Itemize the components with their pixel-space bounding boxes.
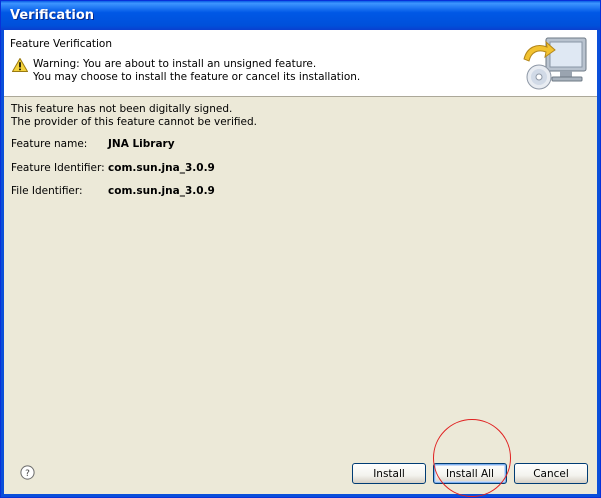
window-frame-bottom	[1, 494, 600, 497]
header-title: Feature Verification	[10, 38, 113, 50]
install-button[interactable]: Install	[352, 463, 426, 484]
window-frame-left	[1, 30, 4, 496]
annotation-circle	[433, 419, 511, 497]
feature-identifier-value: com.sun.jna_3.0.9	[108, 162, 215, 174]
feature-name-label: Feature name:	[11, 138, 88, 150]
dialog-header: Feature Verification Warning: You are ab…	[4, 30, 597, 97]
file-identifier-label: File Identifier:	[11, 185, 83, 197]
warning-line-1: Warning: You are about to install an uns…	[33, 58, 317, 70]
unsigned-message-line-2: The provider of this feature cannot be v…	[11, 116, 257, 128]
unsigned-message-line-1: This feature has not been digitally sign…	[11, 103, 233, 115]
help-icon[interactable]: ?	[20, 465, 35, 480]
install-computer-icon	[523, 37, 587, 90]
feature-identifier-label: Feature Identifier:	[11, 162, 105, 174]
install-all-button[interactable]: Install All	[433, 463, 507, 484]
window-title: Verification	[10, 8, 95, 23]
feature-name-value: JNA Library	[108, 138, 175, 150]
warning-line-2: You may choose to install the feature or…	[33, 71, 361, 83]
cancel-button[interactable]: Cancel	[514, 463, 588, 484]
verification-dialog: Verification Feature Verification Warnin…	[0, 0, 601, 498]
warning-icon	[12, 58, 28, 72]
svg-text:?: ?	[25, 469, 30, 479]
file-identifier-value: com.sun.jna_3.0.9	[108, 185, 215, 197]
title-bar[interactable]: Verification	[1, 1, 600, 30]
window-frame-right	[597, 30, 600, 496]
